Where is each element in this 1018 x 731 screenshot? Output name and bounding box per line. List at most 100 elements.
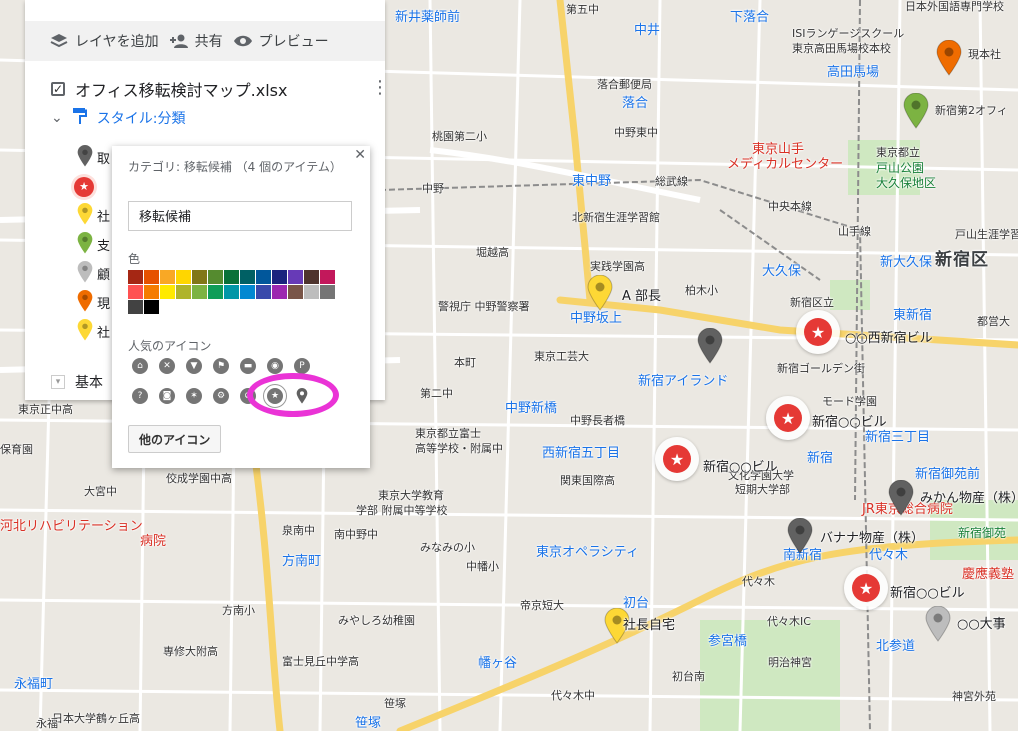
layer-visibility-checkbox[interactable]: ✓ <box>51 82 65 96</box>
color-swatch[interactable] <box>176 285 191 299</box>
color-swatch[interactable] <box>288 285 303 299</box>
color-swatch[interactable] <box>128 300 143 314</box>
map-label: 神宮外苑 <box>952 690 996 703</box>
color-swatch[interactable] <box>320 270 335 284</box>
color-swatch[interactable] <box>208 270 223 284</box>
preview-button[interactable]: プレビュー <box>233 31 329 51</box>
map-label: 東京大学教育 <box>378 489 444 502</box>
map-marker-pin-icon[interactable] <box>936 39 962 76</box>
color-swatch[interactable] <box>272 285 287 299</box>
color-swatch[interactable] <box>128 270 143 284</box>
flag-icon[interactable]: ⚑ <box>213 358 229 374</box>
color-swatch[interactable] <box>144 270 159 284</box>
color-swatch[interactable] <box>288 270 303 284</box>
category-name-input[interactable]: 移転候補 <box>128 201 352 231</box>
pin-marker-icon[interactable] <box>77 260 93 287</box>
more-vert-icon[interactable]: ⋮ <box>371 78 389 98</box>
home-icon[interactable]: ⌂ <box>132 358 148 374</box>
bed-icon[interactable]: ▬ <box>240 358 256 374</box>
map-marker-star-icon[interactable]: ★ <box>766 396 810 440</box>
color-swatch[interactable] <box>272 270 287 284</box>
more-icons-button[interactable]: 他のアイコン <box>128 425 222 453</box>
color-swatch[interactable] <box>240 285 255 299</box>
eye-icon <box>233 31 253 51</box>
car-icon[interactable]: ◉ <box>267 358 283 374</box>
color-swatch[interactable] <box>256 270 271 284</box>
color-swatch[interactable] <box>160 270 175 284</box>
color-swatch[interactable] <box>256 285 271 299</box>
basemap-label: 基本 <box>75 375 103 391</box>
map-marker-pin-icon[interactable] <box>787 517 813 554</box>
layer-style-row[interactable]: ⌄ スタイル:分類 <box>51 108 185 128</box>
basemap-row[interactable]: ▾ 基本 <box>51 372 103 392</box>
map-marker-pin-icon[interactable] <box>587 274 613 311</box>
marker-label: 新宿○○ビル <box>703 460 778 475</box>
color-swatch[interactable] <box>224 285 239 299</box>
map-label: 代々木 <box>869 548 909 563</box>
color-swatch[interactable] <box>320 285 335 299</box>
color-swatch[interactable] <box>224 270 239 284</box>
color-swatch[interactable] <box>240 270 255 284</box>
map-marker-star-icon[interactable]: ★ <box>655 437 699 481</box>
color-swatch[interactable] <box>192 270 207 284</box>
map-label: 中野新橋 <box>505 401 558 416</box>
parking-icon[interactable]: P <box>294 358 310 374</box>
color-swatch[interactable] <box>144 285 159 299</box>
map-label: 新宿第2オフィ <box>935 104 1008 117</box>
map-marker-star-icon[interactable]: ★ <box>844 566 888 610</box>
category-item[interactable]: 社 <box>77 201 117 230</box>
color-swatch[interactable] <box>304 270 319 284</box>
camera-icon[interactable]: ◙ <box>159 388 175 404</box>
layer-title[interactable]: オフィス移転検討マップ.xlsx <box>75 77 288 101</box>
bar-icon[interactable]: ▼ <box>186 358 202 374</box>
map-label: 中野東中 <box>614 126 658 139</box>
color-swatch[interactable] <box>208 285 223 299</box>
map-label: 日本外国語専門学校 <box>905 0 1004 13</box>
close-icon[interactable]: ✕ <box>354 147 366 163</box>
map-marker-pin-icon[interactable] <box>903 92 929 129</box>
map-label: 都営大 <box>977 315 1010 328</box>
pin-marker-icon[interactable] <box>77 202 93 229</box>
color-swatch[interactable] <box>304 285 319 299</box>
category-item[interactable]: 顧 <box>77 259 117 288</box>
map-marker-pin-icon[interactable] <box>925 605 951 642</box>
category-item[interactable]: 現 <box>77 288 117 317</box>
map-label: 新宿三丁目 <box>865 430 931 445</box>
map-label: 専修大附高 <box>163 645 218 658</box>
bicycle-icon[interactable]: ⚙ <box>213 388 229 404</box>
map-label: 笹塚 <box>384 697 406 710</box>
map-label: 中幡小 <box>466 560 499 573</box>
color-swatch[interactable] <box>128 285 143 299</box>
category-item[interactable]: 支 <box>77 230 117 259</box>
map-label: 東京都立富士 <box>415 427 481 440</box>
color-label: 色 <box>128 252 141 266</box>
category-item[interactable]: 取 <box>77 143 117 172</box>
map-label: 第五中 <box>566 3 599 16</box>
map-label: みなみの小 <box>420 541 475 554</box>
category-item[interactable]: ★ <box>74 172 117 201</box>
restaurant-icon[interactable]: ✕ <box>159 358 175 374</box>
map-label: 東京正中高 <box>18 403 73 416</box>
star-marker-icon[interactable]: ★ <box>74 176 94 197</box>
map-marker-pin-icon[interactable] <box>697 327 723 364</box>
add-person-icon <box>169 31 189 51</box>
map-marker-star-icon[interactable]: ★ <box>796 310 840 354</box>
preview-label: プレビュー <box>258 34 329 50</box>
category-item[interactable]: 社 <box>77 317 117 346</box>
chevron-down-icon[interactable]: ⌄ <box>51 110 63 126</box>
help-icon[interactable]: ? <box>132 388 148 404</box>
pin-marker-icon[interactable] <box>77 318 93 345</box>
color-swatch[interactable] <box>192 285 207 299</box>
map-label: 学部 附属中等学校 <box>356 504 448 517</box>
map-marker-pin-icon[interactable] <box>888 479 914 516</box>
share-button[interactable]: 共有 <box>169 31 223 51</box>
pin-marker-icon[interactable] <box>77 231 93 258</box>
color-swatch[interactable] <box>176 270 191 284</box>
hiking-icon[interactable]: ✶ <box>186 388 202 404</box>
color-swatch[interactable] <box>144 300 159 314</box>
add-layer-button[interactable]: レイヤを追加 <box>49 31 159 51</box>
pin-marker-icon[interactable] <box>77 289 93 316</box>
color-swatch[interactable] <box>160 285 175 299</box>
pin-marker-icon[interactable] <box>77 144 93 171</box>
expand-icon[interactable]: ▾ <box>51 375 65 389</box>
